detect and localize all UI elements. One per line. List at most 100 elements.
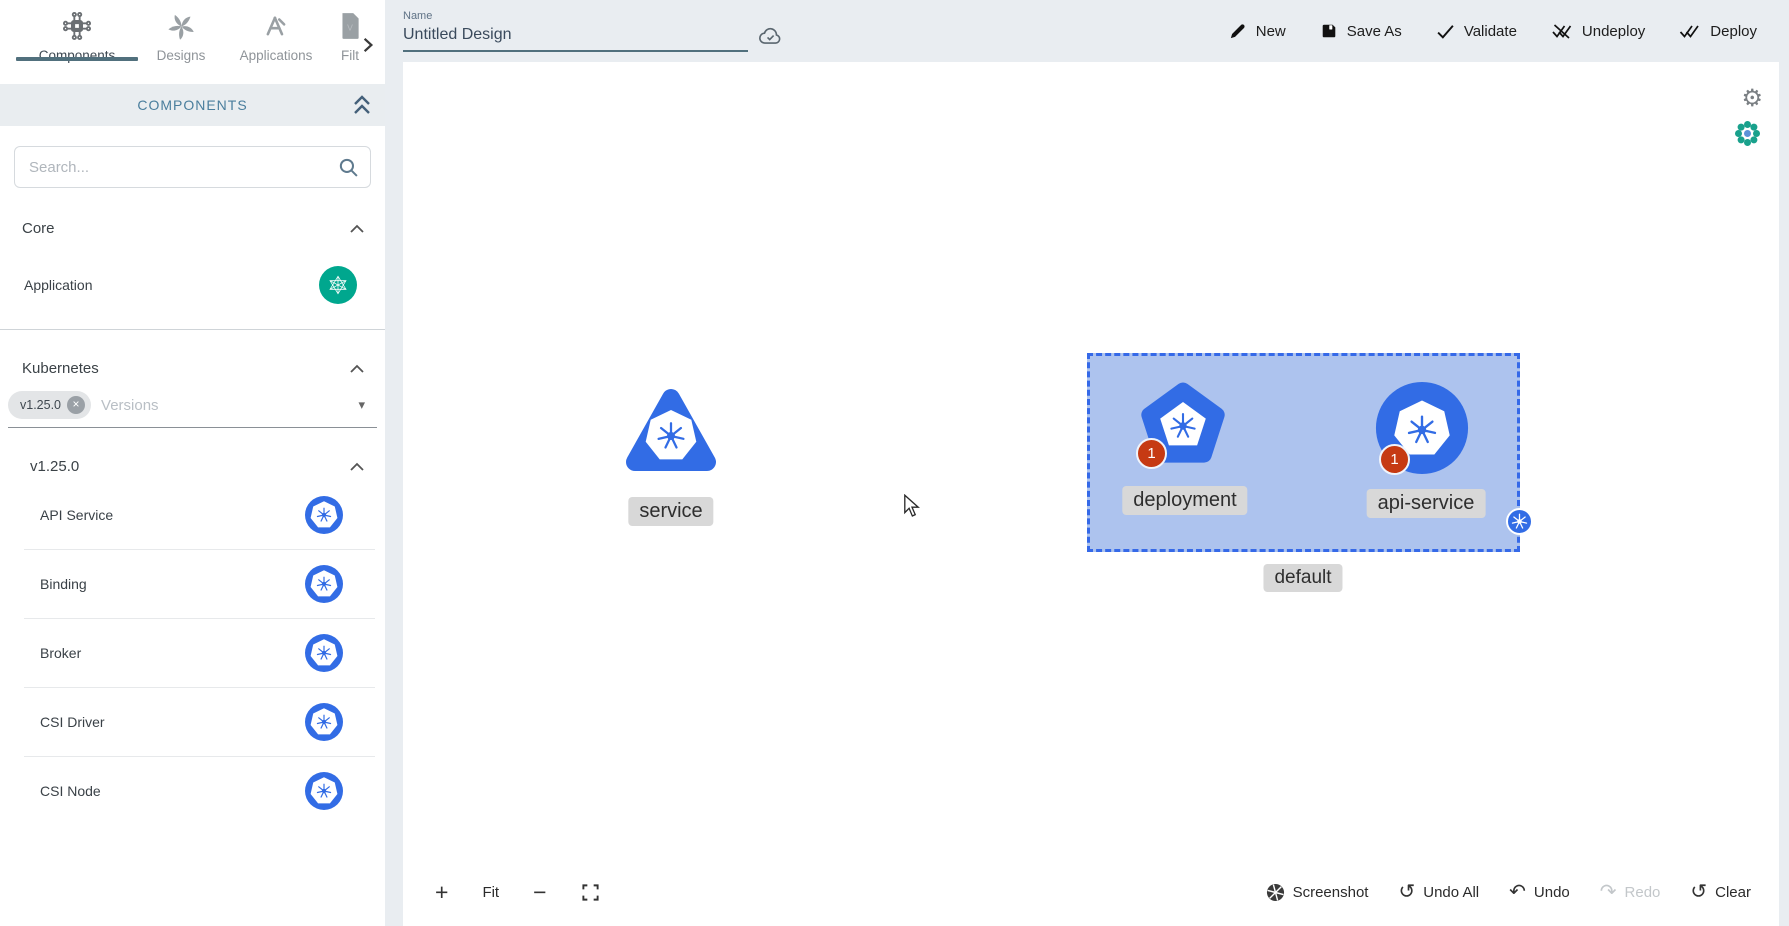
topbar-actions: New Save As Validate (1228, 22, 1779, 41)
section-title: v1.25.0 (30, 458, 79, 475)
versions-select[interactable]: v1.25.0 × Versions ▾ (8, 387, 377, 428)
save-as-button[interactable]: Save As (1320, 22, 1402, 40)
node-label-deployment[interactable]: deployment (1122, 486, 1247, 515)
chevron-up-icon (349, 364, 365, 374)
component-item-csi-node[interactable]: CSI Node (0, 757, 385, 825)
node-label-api-service[interactable]: api-service (1367, 489, 1486, 518)
screenshot-button[interactable]: Screenshot (1266, 883, 1369, 902)
tab-label: Filt (341, 48, 359, 63)
design-name-input[interactable] (403, 24, 748, 52)
button-label: Validate (1464, 23, 1517, 40)
fullscreen-button[interactable] (581, 883, 600, 902)
tab-applications[interactable]: Applications (224, 0, 328, 63)
button-label: Undeploy (1582, 23, 1645, 40)
new-button[interactable]: New (1228, 22, 1286, 41)
page-scrollbar[interactable] (1779, 0, 1789, 926)
clear-icon: ↺ (1690, 882, 1707, 902)
node-label-service[interactable]: service (628, 497, 713, 526)
shutter-icon (1266, 883, 1285, 902)
validate-button[interactable]: Validate (1436, 23, 1517, 40)
history-controls: Screenshot ↺ Undo All ↶ Undo ↷ Redo ↺ Cl… (1266, 882, 1751, 902)
design-name-field: Name (403, 10, 748, 52)
button-label: Undo (1534, 884, 1570, 901)
kubernetes-icon (305, 634, 343, 672)
floppy-save-icon (1320, 22, 1338, 40)
dropdown-arrow-icon[interactable]: ▾ (358, 397, 365, 413)
zoom-controls: + Fit − (435, 881, 600, 904)
application-a-icon (263, 8, 289, 44)
collapse-panel-icon[interactable] (351, 93, 373, 117)
design-topbar: Name New Save As (385, 0, 1779, 62)
kubernetes-icon (305, 703, 343, 741)
clear-button[interactable]: ↺ Clear (1690, 882, 1751, 902)
component-item-api-service[interactable]: API Service (0, 481, 385, 549)
tabs-scroll-right-icon[interactable] (359, 36, 377, 54)
filter-file-icon: V (339, 8, 361, 44)
kubernetes-icon (305, 496, 343, 534)
kubernetes-icon (305, 565, 343, 603)
search-icon[interactable] (338, 157, 359, 178)
pencil-icon (1228, 22, 1247, 41)
component-item-binding[interactable]: Binding (0, 550, 385, 618)
design-canvas[interactable]: ⚙ service 1 deployment 1 api-service def… (403, 62, 1779, 926)
tab-label: Designs (157, 48, 206, 63)
meshery-application-icon (319, 266, 357, 304)
kubernetes-icon (305, 772, 343, 810)
check-icon (1436, 23, 1455, 40)
sidebar-tabstrip: Components Designs (0, 0, 385, 84)
component-label: CSI Driver (40, 714, 105, 730)
button-label: Redo (1625, 884, 1661, 901)
button-label: New (1256, 23, 1286, 40)
zoom-out-button[interactable]: − (533, 881, 546, 904)
redo-icon: ↷ (1600, 882, 1617, 902)
node-service[interactable] (621, 380, 721, 480)
component-item-application[interactable]: Application (0, 263, 385, 307)
api-service-count-badge: 1 (1379, 444, 1410, 475)
version-chip[interactable]: v1.25.0 × (8, 391, 91, 419)
redo-button[interactable]: ↷ Redo (1600, 882, 1661, 902)
undeploy-button[interactable]: Undeploy (1551, 22, 1645, 40)
component-label: Binding (40, 576, 87, 592)
button-label: Screenshot (1293, 884, 1369, 901)
section-version[interactable]: v1.25.0 (0, 458, 385, 475)
section-title: Kubernetes (22, 360, 99, 377)
versions-placeholder: Versions (101, 397, 358, 414)
undo-all-button[interactable]: ↺ Undo All (1398, 882, 1479, 902)
undo-button[interactable]: ↶ Undo (1509, 882, 1570, 902)
tab-components[interactable]: Components (16, 0, 138, 63)
component-item-broker[interactable]: Broker (0, 619, 385, 687)
group-kubernetes-badge-icon[interactable] (1506, 508, 1533, 535)
chevron-up-icon (349, 462, 365, 472)
tab-designs[interactable]: Designs (138, 0, 224, 63)
component-list: API Service Binding Broker CSI Driver (0, 481, 385, 825)
canvas-settings-gear-icon[interactable]: ⚙ (1741, 84, 1763, 113)
search-input[interactable] (14, 146, 371, 188)
component-search (14, 146, 371, 188)
component-label: API Service (40, 507, 113, 523)
section-core[interactable]: Core (0, 220, 385, 237)
component-item-csi-driver[interactable]: CSI Driver (0, 688, 385, 756)
undo-all-icon: ↺ (1398, 882, 1415, 902)
active-tab-indicator (16, 57, 138, 61)
undo-icon: ↶ (1509, 882, 1526, 902)
deployment-count-badge: 1 (1136, 438, 1167, 469)
fit-button[interactable]: Fit (482, 884, 499, 901)
chip-remove-icon[interactable]: × (67, 396, 85, 414)
deploy-button[interactable]: Deploy (1679, 22, 1757, 40)
undeploy-crossed-check-icon (1551, 22, 1573, 40)
section-title: Core (22, 220, 55, 237)
svg-text:V: V (347, 22, 353, 32)
chevron-up-icon (349, 224, 365, 234)
zoom-in-button[interactable]: + (435, 881, 448, 904)
button-label: Save As (1347, 23, 1402, 40)
cloud-saved-icon (758, 25, 784, 47)
namespace-label-default[interactable]: default (1263, 564, 1342, 592)
section-kubernetes[interactable]: Kubernetes (0, 360, 385, 377)
component-sidebar: Components Designs (0, 0, 385, 926)
canvas-toolbar: + Fit − (403, 872, 1779, 912)
button-label: Deploy (1710, 23, 1757, 40)
mouse-cursor (901, 494, 923, 518)
component-label: Application (24, 277, 93, 293)
tab-label: Applications (240, 48, 313, 63)
kubernetes-context-icon[interactable] (1744, 130, 1751, 137)
